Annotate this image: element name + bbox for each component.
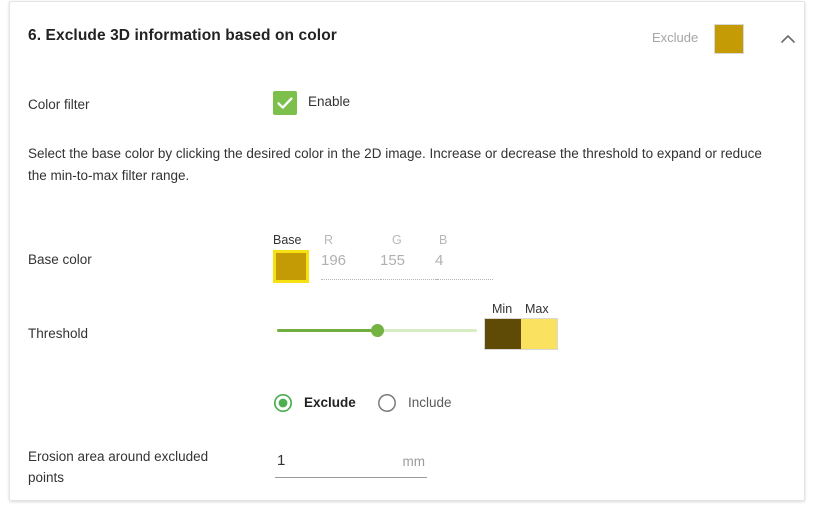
panel-description: Select the base color by clicking the de… (28, 146, 762, 183)
min-header: Min (492, 302, 513, 316)
radio-label-exclude[interactable]: Exclude (304, 395, 356, 410)
panel-header[interactable]: 6. Exclude 3D information based on color… (10, 2, 804, 72)
erosion-label: Erosion area around excluded points (28, 449, 209, 485)
base-color-label: Base color (28, 252, 92, 267)
slider-thumb[interactable] (371, 324, 384, 337)
g-channel-header: G (392, 233, 402, 247)
color-filter-label: Color filter (28, 97, 90, 112)
erosion-input[interactable]: 1 mm (275, 450, 427, 478)
g-channel-field[interactable]: 155 (380, 252, 438, 280)
threshold-label: Threshold (28, 326, 89, 341)
radio-label-include[interactable]: Include (408, 395, 452, 410)
color-exclusion-panel: 6. Exclude 3D information based on color… (9, 1, 805, 501)
header-mode-label: Exclude (652, 30, 699, 45)
slider-fill (277, 329, 377, 332)
radio-selected-icon[interactable] (273, 393, 293, 413)
b-channel-header: B (439, 233, 448, 247)
max-color-swatch (521, 319, 557, 349)
enable-checkbox[interactable] (273, 91, 297, 115)
chevron-up-icon[interactable] (772, 24, 804, 54)
min-color-swatch (485, 319, 521, 349)
min-max-preview (484, 318, 558, 350)
check-icon (277, 97, 293, 109)
r-channel-header: R (324, 233, 334, 247)
r-channel-field[interactable]: 196 (321, 252, 379, 280)
b-channel-field[interactable]: 4 (435, 252, 493, 280)
radio-unselected-icon[interactable] (377, 393, 397, 413)
base-color-swatch[interactable] (273, 250, 309, 283)
max-header: Max (525, 302, 549, 316)
header-color-swatch (714, 24, 744, 54)
erosion-unit: mm (402, 454, 426, 469)
enable-label[interactable]: Enable (308, 94, 350, 109)
erosion-value: 1 (277, 452, 286, 469)
threshold-slider[interactable] (277, 322, 477, 340)
page-title: 6. Exclude 3D information based on color (28, 27, 337, 44)
base-swatch-header: Base (273, 233, 302, 247)
